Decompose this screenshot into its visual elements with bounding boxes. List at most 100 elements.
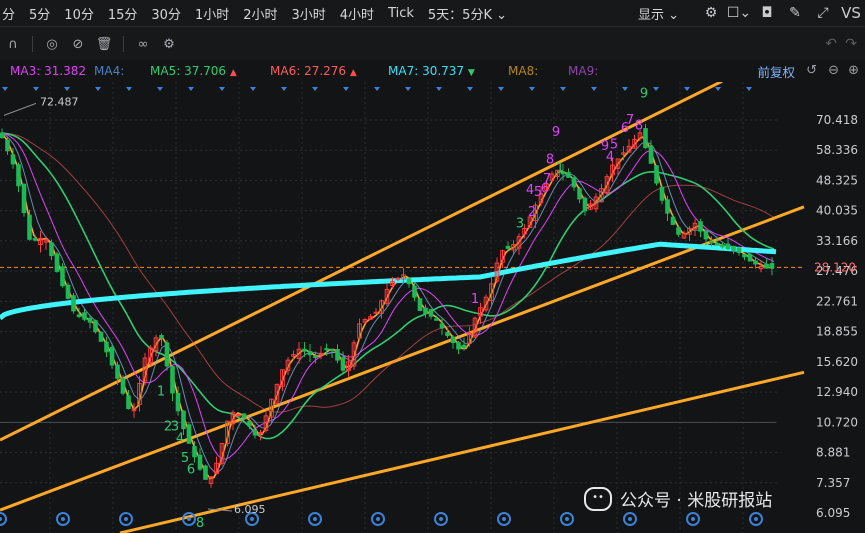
tf-1h[interactable]: 1小时 xyxy=(188,4,236,23)
y-tick-label: 40.035 xyxy=(816,204,858,218)
watermark-text: 公众号 · 米股研报站 xyxy=(620,491,773,511)
ma5-value: 37.706 xyxy=(184,64,227,78)
event-marker-dot xyxy=(61,517,65,521)
timeframe-toolbar: 分 5分 10分 15分 30分 1小时 2小时 3小时 4小时 Tick 5天… xyxy=(0,0,865,26)
candle-body xyxy=(643,128,648,149)
ma5-label[interactable]: MA5: 37.706 ▲ xyxy=(150,64,266,78)
ma3-label[interactable]: MA3: 31.382 xyxy=(10,64,90,78)
vs-button[interactable]: VS xyxy=(840,3,862,23)
separator xyxy=(32,36,33,52)
ma8-label[interactable]: MA8: xyxy=(508,64,564,78)
ma7-name: MA7: xyxy=(388,64,419,78)
td-count-label: 7 xyxy=(543,172,551,187)
tf-1min[interactable]: 分 xyxy=(0,4,22,23)
ma4-line xyxy=(1,132,775,473)
y-tick-label: 22.761 xyxy=(816,294,858,308)
candle-body xyxy=(335,349,340,361)
kline-chart[interactable]: 70.41858.33648.32540.03533.16627.47622.7… xyxy=(0,82,865,533)
td-count-label: 5 xyxy=(610,138,618,153)
candle-body xyxy=(120,378,126,394)
undo-icon[interactable]: ↶ xyxy=(825,36,837,52)
tf-5min[interactable]: 5分 xyxy=(22,4,57,23)
chevron-down-icon: ⌄ xyxy=(496,7,508,23)
triangle-marker-icon xyxy=(219,87,225,91)
multi-day-select[interactable]: 5天：5分K ⌄ xyxy=(421,4,514,23)
tf-15min[interactable]: 15分 xyxy=(101,4,145,23)
triangle-marker-icon xyxy=(250,87,256,91)
tf-30min[interactable]: 30分 xyxy=(144,4,188,23)
settings-icon[interactable]: ⚙ xyxy=(700,3,722,23)
candle-body xyxy=(10,154,16,165)
triangle-marker-icon xyxy=(2,87,8,91)
eye-icon[interactable]: ◎ xyxy=(39,34,65,54)
watermark: •• 公众号 · 米股研报站 xyxy=(584,486,772,511)
triangle-marker-icon xyxy=(312,87,318,91)
tf-10min[interactable]: 10分 xyxy=(57,4,101,23)
link-icon[interactable]: ∞ xyxy=(130,34,156,54)
event-marker-dot xyxy=(313,517,317,521)
ma7-line xyxy=(0,241,777,321)
candle-body xyxy=(307,351,313,356)
tf-3h[interactable]: 3小时 xyxy=(285,4,333,23)
ma9-name: MA9: xyxy=(568,64,599,78)
magnet-icon[interactable]: ∩ xyxy=(0,34,26,54)
pen-icon[interactable]: ✎ xyxy=(784,3,806,23)
triangle-marker-icon xyxy=(529,87,535,91)
hide-icon[interactable]: ⊘ xyxy=(65,34,91,54)
event-marker-dot xyxy=(187,517,191,521)
ma7-label[interactable]: MA7: 30.737 ▼ xyxy=(388,64,504,78)
fullscreen-icon[interactable]: ⤢ xyxy=(812,3,834,23)
reset-icon[interactable]: ↺ xyxy=(806,63,817,78)
arrow-up-icon: ▲ xyxy=(229,68,237,78)
td-count-label: 8 xyxy=(635,119,643,134)
ma3-value: 31.382 xyxy=(44,64,87,78)
triangle-marker-icon xyxy=(157,87,163,91)
candle-body xyxy=(423,307,428,314)
ma8-name: MA8: xyxy=(508,64,539,78)
candle-body xyxy=(71,295,76,312)
ma4-label[interactable]: MA4: xyxy=(94,64,146,78)
candle-body xyxy=(313,355,318,359)
event-marker-dot xyxy=(124,517,128,521)
candle-body xyxy=(566,172,571,178)
toolbar-right: 显示 ⌄ ⚙ ☐⌄ ◘ ✎ ⤢ VS xyxy=(638,0,865,26)
triangle-marker-icon xyxy=(746,87,752,91)
camera-icon[interactable]: ◘ xyxy=(756,3,778,23)
checkbox-icon[interactable]: ☐⌄ xyxy=(727,3,751,23)
ma6-label[interactable]: MA6: 27.276 ▲ xyxy=(270,64,384,78)
y-tick-label: 15.620 xyxy=(816,355,858,369)
candle-body xyxy=(126,395,131,409)
triangle-marker-icon xyxy=(405,87,411,91)
event-marker-dot xyxy=(0,517,2,521)
candle-body xyxy=(0,132,5,139)
drawing-toolbar: ∩ ◎ ⊘ 🗑 ∞ ⚙ ↶ ↷ xyxy=(0,26,865,61)
delete-icon[interactable]: 🗑 xyxy=(91,34,117,54)
candle-body xyxy=(65,284,71,299)
candle-body xyxy=(373,311,379,314)
candle-body xyxy=(698,221,703,232)
gear-icon[interactable]: ⚙ xyxy=(156,34,182,54)
triangle-marker-icon xyxy=(684,87,690,91)
display-label: 显示 xyxy=(637,7,664,23)
candle-body xyxy=(252,430,258,436)
candle-body xyxy=(665,199,670,214)
ma6-value: 27.276 xyxy=(304,64,347,78)
td-count-label: 4 xyxy=(176,432,184,447)
channel-lines xyxy=(0,82,805,533)
tf-2h[interactable]: 2小时 xyxy=(236,4,284,23)
tf-4h[interactable]: 4小时 xyxy=(333,4,381,23)
y-tick-label: 33.166 xyxy=(816,234,858,248)
td-count-label: 9 xyxy=(552,125,560,140)
ma9-label[interactable]: MA9: xyxy=(568,64,618,78)
redo-icon[interactable]: ↷ xyxy=(845,36,857,52)
candle-body xyxy=(93,320,98,333)
zoom-out-icon[interactable]: ⊖ xyxy=(828,63,839,78)
multi-day-label: 5天：5分K xyxy=(427,7,492,23)
adjust-mode-button[interactable]: 前复权 xyxy=(757,62,795,81)
triangle-marker-icon xyxy=(467,87,473,91)
tf-tick[interactable]: Tick xyxy=(381,6,421,21)
candle-body xyxy=(742,254,747,258)
zoom-in-icon[interactable]: ⊕ xyxy=(848,63,859,78)
candle-body xyxy=(241,413,247,419)
display-menu[interactable]: 显示 ⌄ xyxy=(638,4,679,23)
